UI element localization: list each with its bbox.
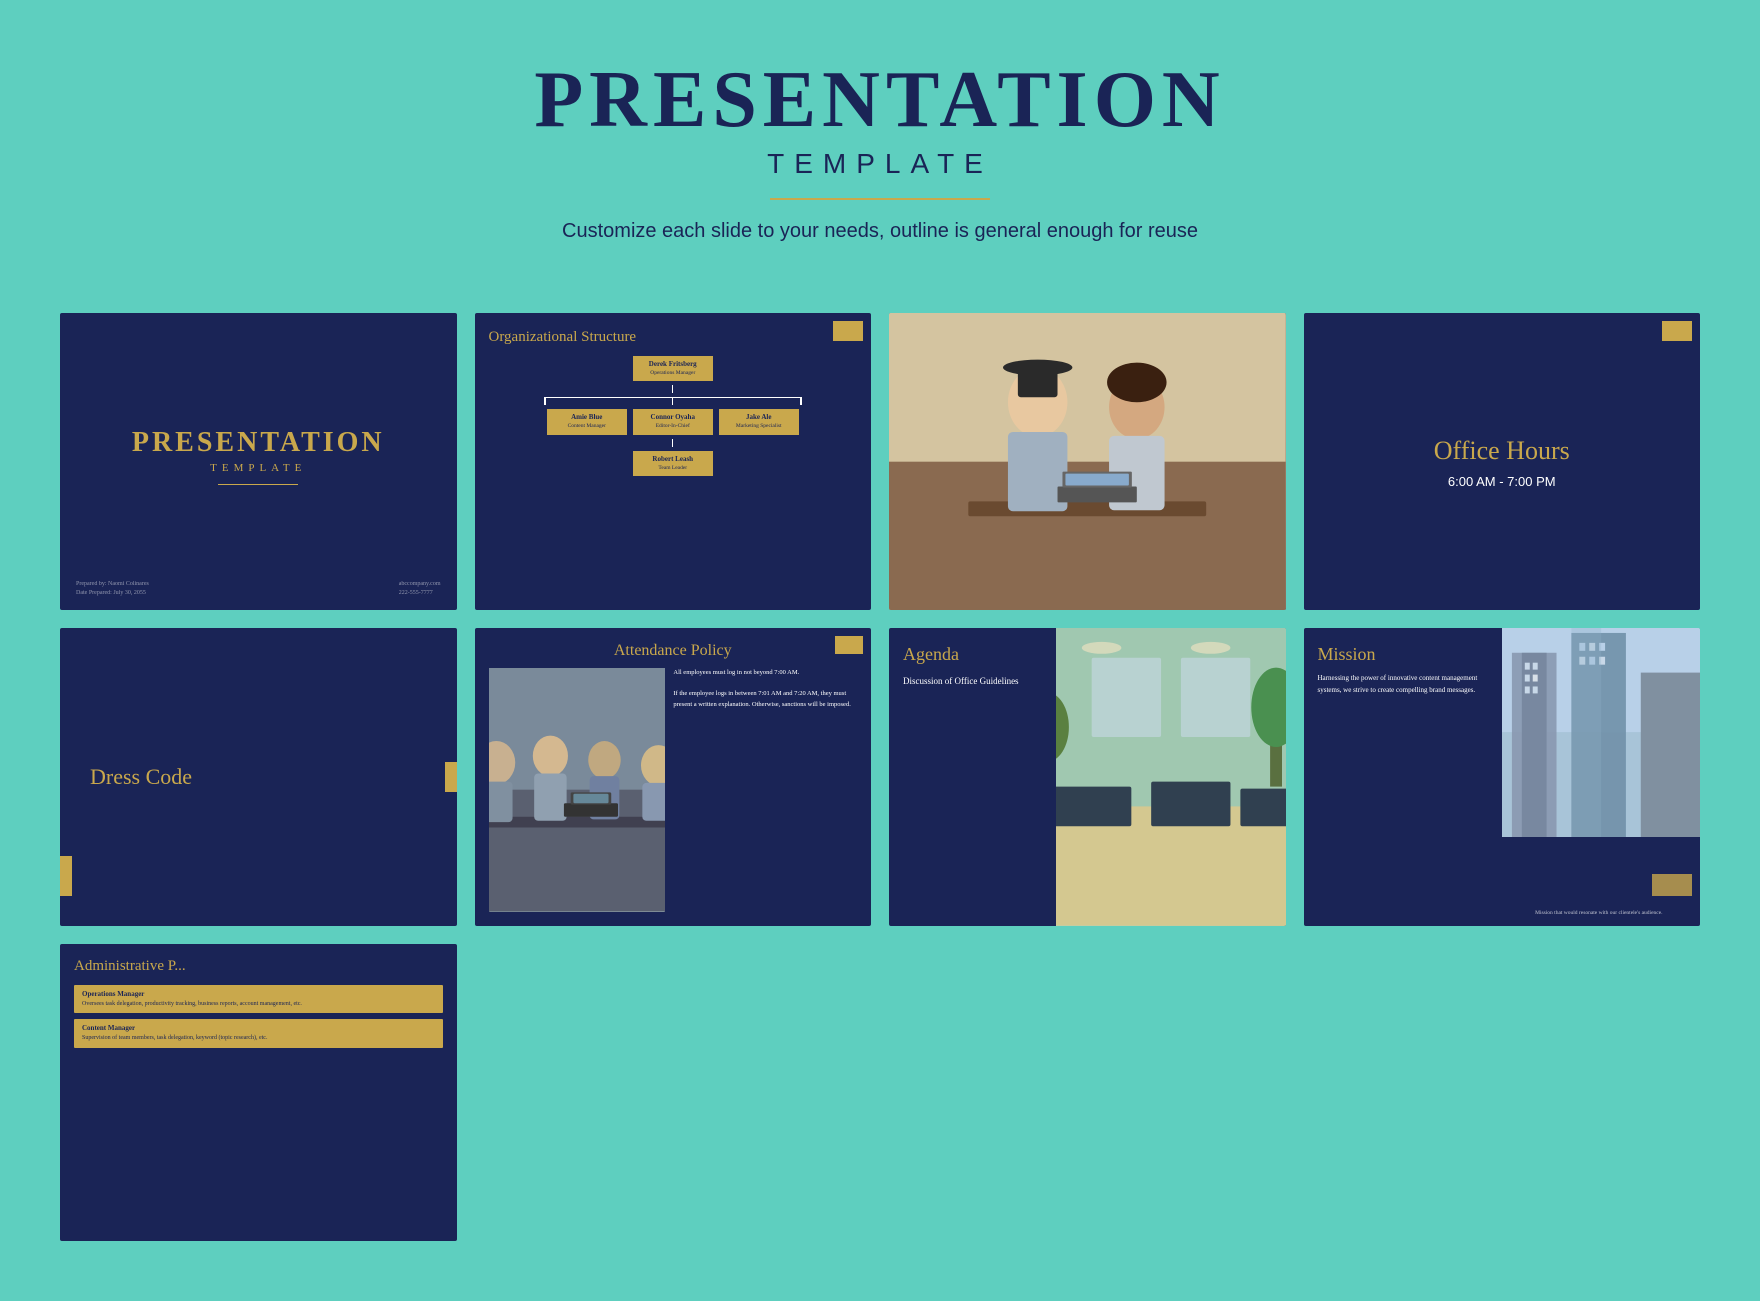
slide-3-photo[interactable]: [889, 313, 1286, 610]
org-box-left: Amie Blue Content Manager: [547, 409, 627, 434]
sub-title: TEMPLATE: [20, 148, 1740, 180]
slide9-role2: Content Manager Supervision of team memb…: [74, 1019, 443, 1047]
slide9-title: Administrative P...: [74, 958, 443, 975]
slide7-photo: [1056, 628, 1286, 925]
slide4-title: Office Hours: [1434, 435, 1570, 466]
header-description: Customize each slide to your needs, outl…: [20, 220, 1740, 243]
slide1-bottom-info: Prepared by: Naomi ColinaresDate Prepare…: [76, 580, 441, 598]
slide-4-office-hours[interactable]: Office Hours 6:00 AM - 7:00 PM: [1304, 313, 1701, 610]
slide9-role1-desc: Oversees task delegation, productivity t…: [82, 1000, 435, 1008]
divider-line: [770, 198, 990, 200]
gold-accent-slide6: [835, 636, 863, 654]
slide1-divider: [218, 484, 298, 485]
slide8-gold-accent: [1652, 874, 1692, 896]
org-box-right: Jake Ale Marketing Specialist: [719, 409, 799, 434]
slide-5-dress-code[interactable]: Dress Code: [60, 628, 457, 925]
slide1-contact: abccompany.com222-555-7777: [399, 580, 441, 598]
slide9-role1-title: Operations Manager: [82, 990, 435, 998]
slide8-body: Harnessing the power of innovative conte…: [1318, 673, 1496, 695]
slide9-role2-desc: Supervision of team members, task delega…: [82, 1034, 435, 1042]
slide8-text-area: Mission Harnessing the power of innovati…: [1304, 628, 1510, 925]
gold-accent-top-right: [833, 321, 863, 341]
slide1-subtitle: TEMPLATE: [210, 462, 306, 474]
slide1-prepared: Prepared by: Naomi ColinaresDate Prepare…: [76, 580, 149, 598]
org-line-v1: [672, 385, 673, 393]
slide-2-org-structure[interactable]: Organizational Structure Derek Fritsberg…: [475, 313, 872, 610]
org-box-bottom: Robert Leash Team Leader: [633, 451, 713, 476]
slide4-hours: 6:00 AM - 7:00 PM: [1448, 474, 1556, 489]
slide9-role2-title: Content Manager: [82, 1024, 435, 1032]
slide-1-presentation[interactable]: PRESENTATION TEMPLATE Prepared by: Naomi…: [60, 313, 457, 610]
slide7-text-area: Agenda Discussion of Office Guidelines: [889, 628, 1067, 925]
slide7-body: Discussion of Office Guidelines: [903, 675, 1053, 689]
slide1-title: PRESENTATION: [132, 429, 385, 457]
gold-accent-slide5: [445, 762, 457, 792]
slide-6-attendance[interactable]: Attendance Policy: [475, 628, 872, 925]
slide6-content: All employees must log in not beyond 7:0…: [489, 668, 858, 911]
slide8-title: Mission: [1318, 644, 1496, 665]
slide2-title: Organizational Structure: [489, 329, 858, 346]
slides-container: PRESENTATION TEMPLATE Prepared by: Naomi…: [0, 283, 1760, 1301]
gold-rect-slide5: [60, 856, 72, 896]
slide6-text: All employees must log in not beyond 7:0…: [673, 668, 857, 911]
slide5-title: Dress Code: [90, 764, 192, 790]
main-title: PRESENTATION: [20, 60, 1740, 140]
org-level-2: Amie Blue Content Manager Connor Oyaha E…: [547, 409, 799, 434]
slide-7-agenda[interactable]: Agenda Discussion of Office Guidelines: [889, 628, 1286, 925]
org-line-v2: [672, 439, 673, 447]
slide8-footer: Mission that would resonate with our cli…: [1508, 910, 1690, 916]
slide7-title: Agenda: [903, 644, 1053, 665]
slide-8-mission[interactable]: Mission Harnessing the power of innovati…: [1304, 628, 1701, 925]
org-box-ceo: Derek Fritsberg Operations Manager: [633, 356, 713, 381]
slide-9-administrative[interactable]: Administrative P... Operations Manager O…: [60, 944, 457, 1241]
slide6-title: Attendance Policy: [489, 642, 858, 660]
org-box-center: Connor Oyaha Editor-In-Chief: [633, 409, 713, 434]
org-chart: Derek Fritsberg Operations Manager Amie …: [489, 356, 858, 476]
slide6-photo: [489, 668, 666, 911]
slide8-photo: [1502, 628, 1700, 836]
slide9-role1: Operations Manager Oversees task delegat…: [74, 985, 443, 1013]
gold-accent-slide4: [1662, 321, 1692, 341]
header-section: PRESENTATION TEMPLATE Customize each sli…: [0, 0, 1760, 283]
